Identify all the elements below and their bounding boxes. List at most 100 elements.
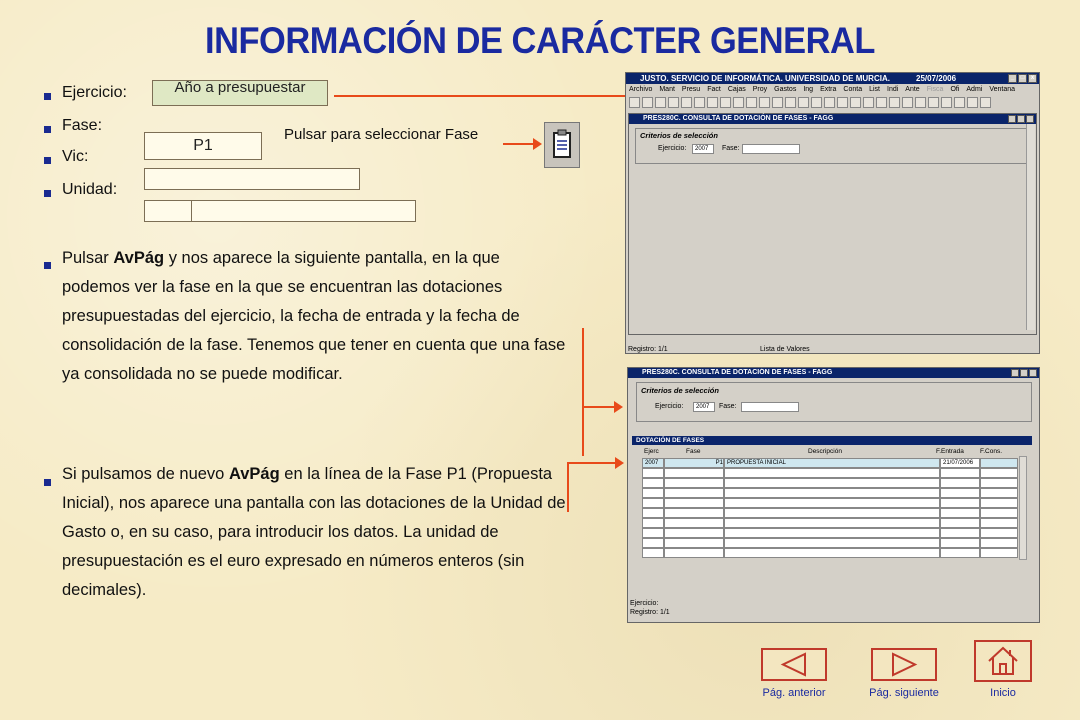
toolbar-icon[interactable] [733,97,744,108]
minimize-icon[interactable] [1011,369,1019,377]
table-cell[interactable] [642,508,664,518]
toolbar-icon[interactable] [811,97,822,108]
fase-field[interactable]: P1 [144,132,262,160]
maximize-icon[interactable]: □ [1018,74,1027,83]
table-cell[interactable] [724,468,940,478]
menu-item[interactable]: Ofi [950,86,959,93]
toolbar-icon[interactable] [785,97,796,108]
table-cell[interactable] [642,498,664,508]
table-cell[interactable] [642,478,664,488]
table-cell[interactable] [940,498,980,508]
menu-item[interactable]: Archivo [629,86,652,93]
toolbar-icon[interactable] [824,97,835,108]
menu-item[interactable]: Extra [820,86,836,93]
vic-field[interactable] [144,168,360,190]
table-cell[interactable] [980,508,1018,518]
next-page-button[interactable] [871,648,937,681]
table-cell[interactable] [664,538,724,548]
table-cell[interactable] [664,528,724,538]
menu-item[interactable]: Cajas [728,86,746,93]
toolbar-icon[interactable] [889,97,900,108]
table-cell[interactable] [664,518,724,528]
table-cell[interactable] [724,508,940,518]
toolbar-icon[interactable] [967,97,978,108]
unidad-code-field[interactable] [144,200,192,222]
toolbar-icon[interactable] [668,97,679,108]
table-cell[interactable]: P1 [664,458,724,468]
toolbar-icon[interactable] [720,97,731,108]
close-icon[interactable]: x [1028,74,1037,83]
scrollbar[interactable] [1019,456,1027,560]
prev-page-button[interactable] [761,648,827,681]
toolbar-icon[interactable] [980,97,991,108]
table-cell[interactable]: PROPUESTA INICIAL [724,458,940,468]
minimize-icon[interactable]: _ [1008,74,1017,83]
table-cell[interactable] [940,478,980,488]
table-cell[interactable] [980,468,1018,478]
table-cell[interactable] [980,488,1018,498]
table-cell[interactable] [642,528,664,538]
toolbar-icon[interactable] [759,97,770,108]
menu-item[interactable]: Ing [803,86,813,93]
ejercicio-input[interactable]: 2007 [693,402,715,412]
table-cell[interactable] [940,518,980,528]
select-fase-button[interactable] [544,122,580,168]
table-cell[interactable] [940,488,980,498]
menu-item[interactable]: Fact [707,86,721,93]
table-cell[interactable] [642,518,664,528]
table-cell[interactable] [724,478,940,488]
table-cell[interactable] [642,488,664,498]
toolbar-icon[interactable] [707,97,718,108]
toolbar-icon[interactable] [694,97,705,108]
home-label[interactable]: Inicio [976,687,1030,699]
table-cell[interactable] [980,478,1018,488]
toolbar-icon[interactable] [915,97,926,108]
table-cell[interactable] [940,508,980,518]
table-cell[interactable] [724,488,940,498]
menu-item[interactable]: Indi [887,86,898,93]
menu-item[interactable]: Ante [905,86,919,93]
menu-item[interactable]: Admi [966,86,982,93]
menu-item[interactable]: Presu [682,86,700,93]
table-cell[interactable] [940,538,980,548]
table-cell[interactable] [664,488,724,498]
table-cell[interactable] [940,528,980,538]
scrollbar[interactable] [1026,124,1035,330]
table-cell[interactable] [642,548,664,558]
table-cell[interactable] [980,528,1018,538]
table-cell[interactable] [664,498,724,508]
menu-item[interactable]: Proy [753,86,767,93]
unidad-name-field[interactable] [191,200,416,222]
table-cell[interactable] [724,538,940,548]
table-cell[interactable] [724,548,940,558]
menu-item[interactable]: List [869,86,880,93]
menu-item[interactable]: Mant [659,86,675,93]
toolbar-icon[interactable] [954,97,965,108]
table-cell[interactable] [642,538,664,548]
table-cell[interactable]: 2007 [642,458,664,468]
table-cell[interactable] [980,538,1018,548]
table-cell[interactable] [724,518,940,528]
table-cell[interactable] [664,548,724,558]
toolbar-icon[interactable] [798,97,809,108]
table-cell[interactable] [664,478,724,488]
table-cell[interactable] [980,518,1018,528]
fase-input[interactable] [741,402,799,412]
toolbar-icon[interactable] [746,97,757,108]
toolbar-icon[interactable] [850,97,861,108]
table-cell[interactable]: 21/07/2006 [940,458,980,468]
menu-item[interactable]: Gastos [774,86,796,93]
toolbar-icon[interactable] [642,97,653,108]
toolbar-icon[interactable] [837,97,848,108]
table-cell[interactable] [724,498,940,508]
toolbar-icon[interactable] [629,97,640,108]
ejercicio-field[interactable]: Año a presupuestar [152,80,328,106]
toolbar-icon[interactable] [876,97,887,108]
toolbar-icon[interactable] [863,97,874,108]
table-cell[interactable] [664,508,724,518]
toolbar-icon[interactable] [772,97,783,108]
table-cell[interactable] [940,468,980,478]
toolbar-icon[interactable] [902,97,913,108]
toolbar-icon[interactable] [928,97,939,108]
close-icon[interactable] [1029,369,1037,377]
